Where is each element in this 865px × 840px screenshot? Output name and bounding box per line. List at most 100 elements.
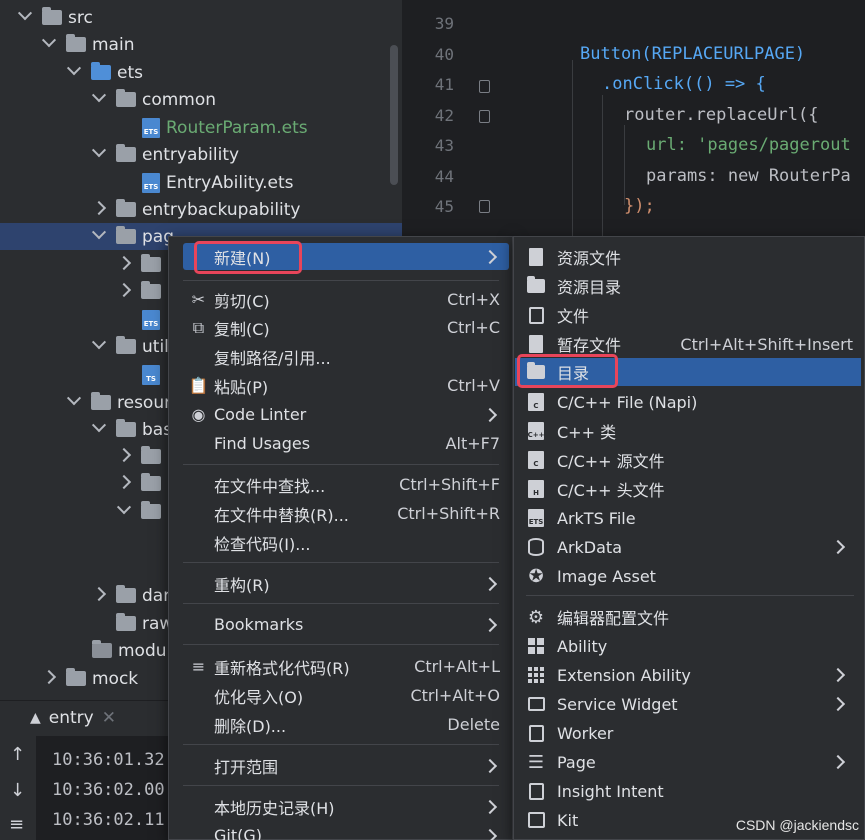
tree-item-label: RouterParam.ets [166,117,308,138]
terminal-icon [515,812,557,828]
chevron-right-icon[interactable] [117,476,131,491]
menu-item-find-usages[interactable]: Find Usages Alt+F7 [183,430,509,457]
chevron-down-icon[interactable] [92,147,106,162]
code-line-43: url: 'pages/pagerout [646,135,851,155]
indent-guide [572,60,573,240]
chevron-down-icon[interactable] [18,10,32,25]
submenu-item-editor-config[interactable]: ⚙ 编辑器配置文件 [515,603,861,631]
menu-item-cut[interactable]: ✂ 剪切(C) Ctrl+X [183,286,509,313]
tree-item-entrybackupability[interactable]: entrybackupability [0,196,402,223]
tree-item-label: mock [92,668,139,689]
chevron-right-icon[interactable] [117,449,131,464]
chevron-down-icon[interactable] [42,37,56,52]
submenu-item-cpp-napi[interactable]: C C/C++ File (Napi) [515,388,861,416]
scratch-file-icon [515,335,557,353]
indent-guide [624,125,625,205]
menu-item-copy-path[interactable]: 复制路径/引用... [183,343,509,370]
close-icon[interactable]: ✕ [102,708,116,728]
chevron-right-icon[interactable] [117,257,131,272]
code-line-41: .onClick(() => { [602,74,766,94]
submenu-item-insight-intent[interactable]: Insight Intent [515,777,861,805]
submenu-item-file[interactable]: 文件 [515,301,861,329]
submenu-item-cpp-source[interactable]: C C/C++ 源文件 [515,446,861,474]
submenu-item-resource-file[interactable]: 资源文件 [515,243,861,271]
chevron-right-icon[interactable] [42,671,56,686]
tree-item-label: EntryAbility.ets [166,172,294,193]
submenu-item-ability[interactable]: Ability [515,632,861,660]
submenu-item-extension-ability[interactable]: Extension Ability [515,661,861,689]
chevron-down-icon[interactable] [117,504,131,519]
fold-marker-icon[interactable] [479,80,490,93]
fold-marker-icon[interactable] [479,110,490,123]
submenu-item-cpp-class[interactable]: C++ C++ 类 [515,417,861,445]
c-header-icon: H [515,480,557,498]
log-line: 10:36:01.32 [52,750,165,770]
cpp-class-icon: C++ [515,422,557,440]
chevron-down-icon[interactable] [92,229,106,244]
menu-item-refactor[interactable]: 重构(R) [183,570,509,597]
chevron-right-icon [482,576,498,591]
submenu-item-arkdata[interactable]: ArkData [515,533,861,561]
tree-item-label: dar [142,585,171,606]
menu-item-git[interactable]: Git(G) [183,822,509,840]
tree-item-src[interactable]: src [0,4,402,31]
submenu-item-resource-dir[interactable]: 资源目录 [515,272,861,300]
submenu-item-arkts-file[interactable]: ETS ArkTS File [515,504,861,532]
arrow-up-icon[interactable]: ↑ [10,744,25,765]
chevron-down-icon[interactable] [67,395,81,410]
chevron-right-icon [482,617,498,632]
tree-item-common[interactable]: common [0,86,402,113]
chevron-down-icon[interactable] [92,422,106,437]
run-tab-label[interactable]: entry [49,708,94,728]
chevron-down-icon[interactable] [67,65,81,80]
menu-item-reformat[interactable]: ≡ 重新格式化代码(R) Ctrl+Alt+L [183,653,509,680]
tree-item-main[interactable]: main [0,31,402,58]
code-line-40: Button(REPLACEURLPAGE) [580,44,806,64]
line-number: 40 [434,45,454,64]
tree-item-entryability[interactable]: entryability [0,141,402,168]
copy-icon: ⧉ [192,317,205,337]
ets-file-icon: ETS [515,509,557,527]
folder-icon [91,392,111,410]
menu-item-copy[interactable]: ⧉ 复制(C) Ctrl+C [183,314,509,341]
database-icon [515,538,557,556]
chevron-right-icon [830,539,846,555]
menu-item-delete[interactable]: 删除(D)... Delete [183,711,509,738]
chevron-right-icon[interactable] [117,284,131,299]
menu-item-find-in-files[interactable]: 在文件中查找... Ctrl+Shift+F [183,471,509,498]
chevron-down-icon[interactable] [92,339,106,354]
menu-item-optimize-imports[interactable]: 优化导入(O) Ctrl+Alt+O [183,682,509,709]
folder-icon [66,668,86,686]
menu-item-code-linter[interactable]: ◉ Code Linter [183,401,509,428]
folder-icon [141,473,161,491]
tree-item-routerparam[interactable]: ETS RouterParam.ets [0,114,402,141]
indent-guide [602,95,603,240]
menu-item-bookmarks[interactable]: Bookmarks [183,611,509,638]
chevron-down-icon[interactable] [92,92,106,107]
soft-wrap-icon[interactable]: ≡ [9,814,24,835]
chevron-right-icon[interactable] [92,202,106,217]
chevron-right-icon[interactable] [92,588,106,603]
tree-item-ets[interactable]: ets [0,59,402,86]
worker-icon [515,724,557,742]
arrow-down-icon[interactable]: ↓ [10,780,25,801]
fold-marker-icon[interactable] [479,200,490,213]
submenu-item-worker[interactable]: Worker [515,719,861,747]
menu-item-open-in[interactable]: 打开范围 [183,752,509,779]
run-console[interactable]: 10:36:01.32 10:36:02.00 10:36:02.11 [36,736,180,840]
submenu-item-image-asset[interactable]: ✪ Image Asset [515,562,861,590]
scissors-icon: ✂ [191,290,206,309]
submenu-item-cpp-header[interactable]: H C/C++ 头文件 [515,475,861,503]
code-editor[interactable]: 39 40 41 42 43 44 45 Button(REPLACEURLPA… [402,0,865,240]
tree-item-label: ets [117,62,143,83]
menu-item-inspect-code[interactable]: 检查代码(I)... [183,529,509,556]
menu-item-replace-in-files[interactable]: 在文件中替换(R)... Ctrl+Shift+R [183,500,509,527]
menu-item-paste[interactable]: 📋 粘贴(P) Ctrl+V [183,372,509,399]
submenu-item-service-widget[interactable]: Service Widget [515,690,861,718]
submenu-item-page[interactable]: ☰ Page [515,748,861,776]
folder-icon [141,281,161,299]
folder-icon [116,199,136,217]
menu-item-local-history[interactable]: 本地历史记录(H) [183,793,509,820]
tree-item-entryability-ets[interactable]: ETS EntryAbility.ets [0,169,402,196]
folder-icon [141,254,161,272]
